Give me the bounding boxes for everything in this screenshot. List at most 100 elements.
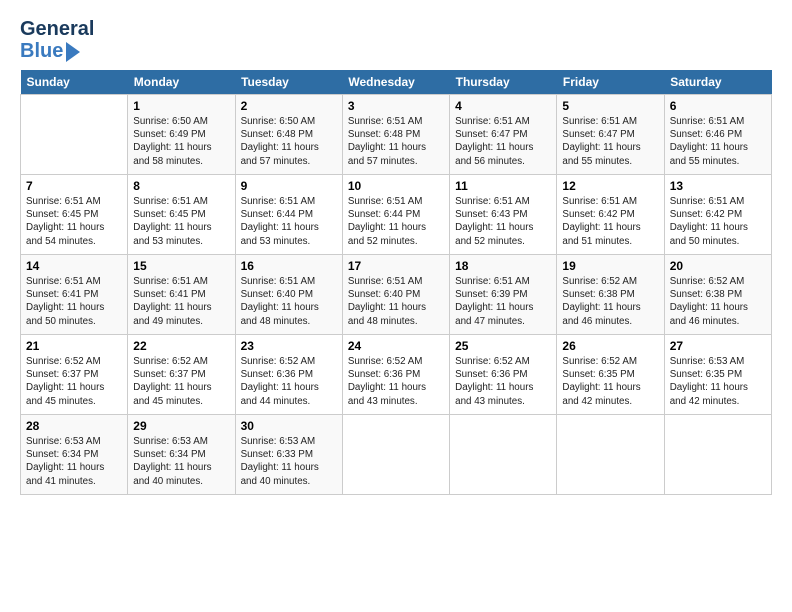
day-info: Sunrise: 6:53 AM Sunset: 6:34 PM Dayligh…: [26, 435, 122, 488]
day-number: 26: [562, 339, 658, 353]
day-info: Sunrise: 6:51 AM Sunset: 6:43 PM Dayligh…: [455, 195, 551, 248]
calendar-cell: 22 Sunrise: 6:52 AM Sunset: 6:37 PM Dayli…: [128, 335, 235, 415]
day-number: 13: [670, 179, 766, 193]
calendar-cell: [342, 415, 449, 495]
header: General Blue: [20, 18, 772, 62]
day-number: 7: [26, 179, 122, 193]
calendar-cell: 24 Sunrise: 6:52 AM Sunset: 6:36 PM Dayli…: [342, 335, 449, 415]
calendar-cell: 27 Sunrise: 6:53 AM Sunset: 6:35 PM Dayli…: [664, 335, 771, 415]
day-info: Sunrise: 6:52 AM Sunset: 6:36 PM Dayligh…: [241, 355, 337, 408]
calendar-cell: 20 Sunrise: 6:52 AM Sunset: 6:38 PM Dayli…: [664, 255, 771, 335]
calendar-cell: 29 Sunrise: 6:53 AM Sunset: 6:34 PM Dayli…: [128, 415, 235, 495]
calendar-cell: 4 Sunrise: 6:51 AM Sunset: 6:47 PM Daylig…: [450, 95, 557, 175]
calendar-cell: 26 Sunrise: 6:52 AM Sunset: 6:35 PM Dayli…: [557, 335, 664, 415]
weekday-header-sunday: Sunday: [21, 70, 128, 95]
calendar-cell: 10Sunrise: 6:51 AM Sunset: 6:44 PM Dayli…: [342, 175, 449, 255]
calendar-cell: 17 Sunrise: 6:51 AM Sunset: 6:40 PM Dayli…: [342, 255, 449, 335]
weekday-header-saturday: Saturday: [664, 70, 771, 95]
day-number: 8: [133, 179, 229, 193]
week-row-4: 21 Sunrise: 6:52 AM Sunset: 6:37 PM Dayli…: [21, 335, 772, 415]
day-info: Sunrise: 6:52 AM Sunset: 6:36 PM Dayligh…: [455, 355, 551, 408]
day-info: Sunrise: 6:52 AM Sunset: 6:36 PM Dayligh…: [348, 355, 444, 408]
calendar-cell: 5Sunrise: 6:51 AM Sunset: 6:47 PM Daylig…: [557, 95, 664, 175]
week-row-2: 7 Sunrise: 6:51 AM Sunset: 6:45 PM Daylig…: [21, 175, 772, 255]
day-info: Sunrise: 6:50 AM Sunset: 6:49 PM Dayligh…: [133, 115, 229, 168]
calendar-cell: 15 Sunrise: 6:51 AM Sunset: 6:41 PM Dayli…: [128, 255, 235, 335]
day-info: Sunrise: 6:52 AM Sunset: 6:38 PM Dayligh…: [670, 275, 766, 328]
calendar-cell: 28 Sunrise: 6:53 AM Sunset: 6:34 PM Dayli…: [21, 415, 128, 495]
logo-text-blue: Blue: [20, 40, 63, 62]
day-number: 21: [26, 339, 122, 353]
weekday-header-monday: Monday: [128, 70, 235, 95]
logo-text-general: General: [20, 18, 94, 40]
day-number: 23: [241, 339, 337, 353]
day-info: Sunrise: 6:51 AM Sunset: 6:47 PM Dayligh…: [455, 115, 551, 168]
day-number: 4: [455, 99, 551, 113]
weekday-header-friday: Friday: [557, 70, 664, 95]
day-number: 30: [241, 419, 337, 433]
calendar-cell: 11 Sunrise: 6:51 AM Sunset: 6:43 PM Dayli…: [450, 175, 557, 255]
calendar-cell: 7Sunrise: 6:51 AM Sunset: 6:45 PM Daylig…: [21, 175, 128, 255]
day-info: Sunrise: 6:52 AM Sunset: 6:37 PM Dayligh…: [133, 355, 229, 408]
calendar-cell: 8 Sunrise: 6:51 AM Sunset: 6:45 PM Daylig…: [128, 175, 235, 255]
calendar-cell: [664, 415, 771, 495]
weekday-header-thursday: Thursday: [450, 70, 557, 95]
day-info: Sunrise: 6:53 AM Sunset: 6:34 PM Dayligh…: [133, 435, 229, 488]
calendar-cell: 30Sunrise: 6:53 AM Sunset: 6:33 PM Dayli…: [235, 415, 342, 495]
day-info: Sunrise: 6:52 AM Sunset: 6:35 PM Dayligh…: [562, 355, 658, 408]
calendar-cell: 16Sunrise: 6:51 AM Sunset: 6:40 PM Dayli…: [235, 255, 342, 335]
day-info: Sunrise: 6:51 AM Sunset: 6:44 PM Dayligh…: [241, 195, 337, 248]
calendar-cell: [450, 415, 557, 495]
weekday-header-row: SundayMondayTuesdayWednesdayThursdayFrid…: [21, 70, 772, 95]
calendar-cell: [557, 415, 664, 495]
day-number: 24: [348, 339, 444, 353]
day-info: Sunrise: 6:51 AM Sunset: 6:46 PM Dayligh…: [670, 115, 766, 168]
week-row-5: 28 Sunrise: 6:53 AM Sunset: 6:34 PM Dayli…: [21, 415, 772, 495]
day-number: 28: [26, 419, 122, 433]
logo-arrow-icon: [66, 42, 80, 62]
day-info: Sunrise: 6:51 AM Sunset: 6:41 PM Dayligh…: [133, 275, 229, 328]
day-info: Sunrise: 6:51 AM Sunset: 6:47 PM Dayligh…: [562, 115, 658, 168]
day-number: 18: [455, 259, 551, 273]
day-number: 9: [241, 179, 337, 193]
calendar-page: General Blue SundayMondayTuesdayWednesda…: [0, 0, 792, 505]
day-info: Sunrise: 6:51 AM Sunset: 6:44 PM Dayligh…: [348, 195, 444, 248]
calendar-cell: 23 Sunrise: 6:52 AM Sunset: 6:36 PM Dayli…: [235, 335, 342, 415]
day-number: 3: [348, 99, 444, 113]
calendar-table: SundayMondayTuesdayWednesdayThursdayFrid…: [20, 70, 772, 495]
logo: General Blue: [20, 18, 94, 62]
day-number: 27: [670, 339, 766, 353]
day-number: 29: [133, 419, 229, 433]
calendar-cell: 13 Sunrise: 6:51 AM Sunset: 6:42 PM Dayli…: [664, 175, 771, 255]
day-info: Sunrise: 6:51 AM Sunset: 6:41 PM Dayligh…: [26, 275, 122, 328]
day-number: 20: [670, 259, 766, 273]
day-number: 19: [562, 259, 658, 273]
calendar-cell: 6Sunrise: 6:51 AM Sunset: 6:46 PM Daylig…: [664, 95, 771, 175]
calendar-cell: 2 Sunrise: 6:50 AM Sunset: 6:48 PM Daylig…: [235, 95, 342, 175]
calendar-cell: 9 Sunrise: 6:51 AM Sunset: 6:44 PM Daylig…: [235, 175, 342, 255]
day-info: Sunrise: 6:51 AM Sunset: 6:40 PM Dayligh…: [348, 275, 444, 328]
day-number: 2: [241, 99, 337, 113]
day-number: 1: [133, 99, 229, 113]
day-info: Sunrise: 6:53 AM Sunset: 6:35 PM Dayligh…: [670, 355, 766, 408]
day-info: Sunrise: 6:52 AM Sunset: 6:38 PM Dayligh…: [562, 275, 658, 328]
calendar-cell: 14 Sunrise: 6:51 AM Sunset: 6:41 PM Dayli…: [21, 255, 128, 335]
day-number: 14: [26, 259, 122, 273]
day-number: 17: [348, 259, 444, 273]
day-info: Sunrise: 6:51 AM Sunset: 6:45 PM Dayligh…: [133, 195, 229, 248]
day-number: 15: [133, 259, 229, 273]
day-info: Sunrise: 6:51 AM Sunset: 6:48 PM Dayligh…: [348, 115, 444, 168]
day-info: Sunrise: 6:51 AM Sunset: 6:42 PM Dayligh…: [670, 195, 766, 248]
calendar-cell: 18 Sunrise: 6:51 AM Sunset: 6:39 PM Dayli…: [450, 255, 557, 335]
calendar-cell: 25 Sunrise: 6:52 AM Sunset: 6:36 PM Dayli…: [450, 335, 557, 415]
day-info: Sunrise: 6:51 AM Sunset: 6:39 PM Dayligh…: [455, 275, 551, 328]
calendar-cell: 12Sunrise: 6:51 AM Sunset: 6:42 PM Dayli…: [557, 175, 664, 255]
day-number: 22: [133, 339, 229, 353]
day-info: Sunrise: 6:52 AM Sunset: 6:37 PM Dayligh…: [26, 355, 122, 408]
calendar-cell: 19 Sunrise: 6:52 AM Sunset: 6:38 PM Dayli…: [557, 255, 664, 335]
week-row-3: 14 Sunrise: 6:51 AM Sunset: 6:41 PM Dayli…: [21, 255, 772, 335]
day-number: 25: [455, 339, 551, 353]
day-number: 11: [455, 179, 551, 193]
calendar-cell: [21, 95, 128, 175]
day-info: Sunrise: 6:50 AM Sunset: 6:48 PM Dayligh…: [241, 115, 337, 168]
